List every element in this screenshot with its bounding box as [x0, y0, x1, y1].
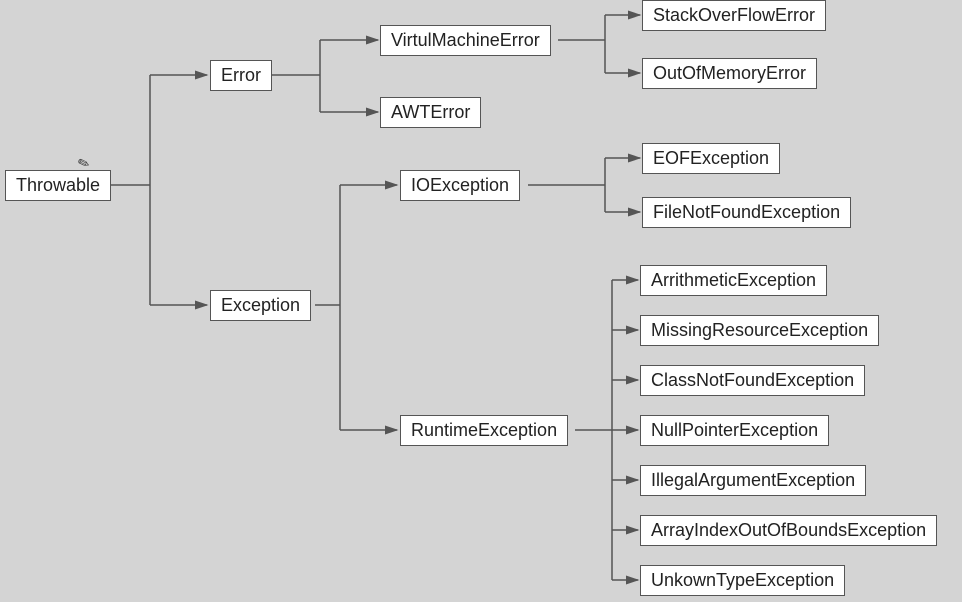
- node-null-pointer-exception: NullPointerException: [640, 415, 829, 446]
- node-unknown-type-exception: UnkownTypeException: [640, 565, 845, 596]
- node-exception: Exception: [210, 290, 311, 321]
- node-illegal-argument-exception: IllegalArgumentException: [640, 465, 866, 496]
- node-runtime-exception: RuntimeException: [400, 415, 568, 446]
- node-array-index-out-of-bounds-exception: ArrayIndexOutOfBoundsException: [640, 515, 937, 546]
- node-arithmetic-exception: ArrithmeticException: [640, 265, 827, 296]
- node-io-exception: IOException: [400, 170, 520, 201]
- node-eof-exception: EOFException: [642, 143, 780, 174]
- node-file-not-found-exception: FileNotFoundException: [642, 197, 851, 228]
- node-class-not-found-exception: ClassNotFoundException: [640, 365, 865, 396]
- node-virtual-machine-error: VirtulMachineError: [380, 25, 551, 56]
- node-stack-overflow-error: StackOverFlowError: [642, 0, 826, 31]
- node-missing-resource-exception: MissingResourceException: [640, 315, 879, 346]
- node-awt-error: AWTError: [380, 97, 481, 128]
- connector-lines: [0, 0, 962, 602]
- node-error: Error: [210, 60, 272, 91]
- node-throwable: Throwable: [5, 170, 111, 201]
- node-out-of-memory-error: OutOfMemoryError: [642, 58, 817, 89]
